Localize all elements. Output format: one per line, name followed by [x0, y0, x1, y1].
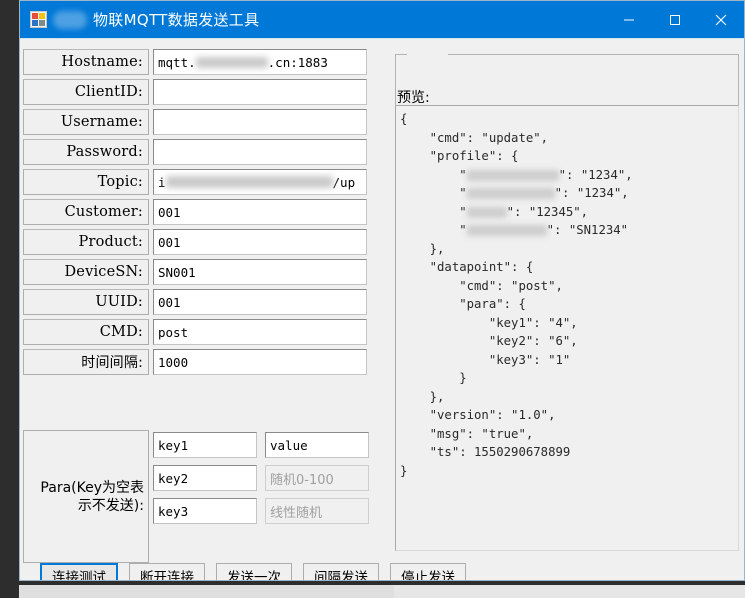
preview-json-line: "key3": "1": [400, 352, 571, 367]
label-clientid: ClientID:: [23, 79, 149, 105]
input-password[interactable]: [153, 139, 367, 165]
preview-json-line: }: [400, 463, 408, 478]
preview-redacted-key: [466, 188, 555, 199]
preview-json-line: {: [400, 112, 408, 126]
preview-json-line: "cmd": "post",: [400, 278, 563, 293]
preview-json-line: "msg": "true",: [400, 426, 534, 441]
input-product[interactable]: 001: [153, 229, 367, 255]
preview-redacted-key: [466, 225, 547, 236]
maximize-button[interactable]: [652, 1, 698, 38]
label-para: Para(Key为空表示不发送):: [23, 430, 149, 563]
preview-json-line: },: [400, 389, 445, 404]
label-cmd: CMD:: [23, 319, 149, 345]
label-password: Password:: [23, 139, 149, 165]
para-fields-group: key1 value key2 随机0-100 key3 线性随机: [153, 432, 369, 531]
input-cmd[interactable]: post: [153, 319, 367, 345]
preview-json-line: " ": "1234",: [400, 167, 633, 182]
window-controls: [606, 1, 744, 38]
preview-textarea[interactable]: { "cmd": "update", "profile": { " ": "123…: [395, 105, 739, 551]
form-row-product: Product: 001: [23, 229, 367, 255]
topic-prefix-text: i: [158, 174, 166, 190]
preview-json-line: },: [400, 241, 445, 256]
taskbar-segment-right: [394, 585, 745, 598]
preview-json-content: { "cmd": "update", "profile": { " ": "123…: [400, 110, 738, 480]
preview-json-line: }: [400, 371, 467, 385]
minimize-button[interactable]: [606, 1, 652, 38]
input-para-value-2[interactable]: 随机0-100: [265, 465, 369, 491]
input-para-value-1[interactable]: value: [265, 432, 369, 458]
form-row-password: Password:: [23, 139, 367, 165]
form-row-uuid: UUID: 001: [23, 289, 367, 315]
label-devicesn: DeviceSN:: [23, 259, 149, 285]
form-row-username: Username:: [23, 109, 367, 135]
input-para-key-2[interactable]: key2: [153, 465, 257, 491]
label-customer: Customer:: [23, 199, 149, 225]
stop-send-button[interactable]: 停止发送: [390, 563, 466, 580]
input-topic[interactable]: i/up: [153, 169, 367, 195]
para-row: key3 线性随机: [153, 498, 369, 524]
para-row: key2 随机0-100: [153, 465, 369, 491]
label-uuid: UUID:: [23, 289, 149, 315]
hostname-redacted-segment: [195, 56, 268, 68]
preview-json-line: "key1": "4",: [400, 315, 578, 330]
send-interval-button[interactable]: 间隔发送: [303, 563, 379, 580]
preview-redacted-key: [466, 169, 559, 181]
preview-json-line: "cmd": "update",: [400, 130, 549, 145]
form-row-customer: Customer: 001: [23, 199, 367, 225]
topic-suffix-text: /up: [332, 174, 356, 190]
input-clientid[interactable]: [153, 79, 367, 105]
close-button[interactable]: [698, 1, 744, 38]
redacted-title-blob-icon: [53, 10, 87, 29]
window-title: 物联MQTT数据发送工具: [93, 11, 260, 29]
input-para-key-1[interactable]: key1: [153, 432, 257, 458]
form-row-interval: 时间间隔: 1000: [23, 349, 367, 375]
connect-test-button[interactable]: 连接测试: [40, 563, 118, 580]
preview-json-line: "profile": {: [400, 149, 519, 163]
preview-json-line: "para": {: [400, 297, 526, 311]
label-topic: Topic:: [23, 169, 149, 195]
taskbar-segment-left: [19, 585, 394, 598]
app-logo-icon: [30, 11, 47, 28]
input-para-value-3[interactable]: 线性随机: [265, 498, 369, 524]
preview-json-line: " ": "12345",: [400, 204, 589, 219]
preview-group-border-left: [395, 54, 407, 55]
form-row-topic: Topic: i/up: [23, 169, 367, 195]
hostname-prefix-text: mqtt.: [158, 54, 196, 70]
disconnect-button[interactable]: 断开连接: [129, 563, 205, 580]
form-row-devicesn: DeviceSN: SN001: [23, 259, 367, 285]
label-hostname: Hostname:: [23, 49, 149, 75]
action-button-bar: 连接测试 断开连接 发送一次 间隔发送 停止发送: [40, 563, 477, 580]
input-uuid[interactable]: 001: [153, 289, 367, 315]
para-row: key1 value: [153, 432, 369, 458]
preview-json-line: "key2": "6",: [400, 334, 578, 348]
hostname-suffix-text: .cn:1883: [267, 54, 328, 70]
preview-json-line: "datapoint": {: [400, 260, 534, 274]
form-row-hostname: Hostname: mqtt. .cn:1883: [23, 49, 367, 75]
preview-json-line: " ": "SN1234": [400, 223, 629, 237]
input-devicesn[interactable]: SN001: [153, 259, 367, 285]
application-window: 物联MQTT数据发送工具 Hostname: mqtt. .cn:1883 Cl…: [19, 0, 745, 581]
label-product: Product:: [23, 229, 149, 255]
input-customer[interactable]: 001: [153, 199, 367, 225]
preview-json-line: " ": "1234",: [400, 186, 629, 200]
preview-redacted-key: [466, 206, 507, 218]
form-row-cmd: CMD: post: [23, 319, 367, 345]
topic-redacted-segment: [165, 176, 333, 188]
input-interval[interactable]: 1000: [153, 349, 367, 375]
preview-group-border-right: [448, 54, 739, 55]
send-once-button[interactable]: 发送一次: [216, 563, 292, 580]
form-row-clientid: ClientID:: [23, 79, 367, 105]
label-username: Username:: [23, 109, 149, 135]
label-interval: 时间间隔:: [23, 349, 149, 375]
input-para-key-3[interactable]: key3: [153, 498, 257, 524]
screen: 物联MQTT数据发送工具 Hostname: mqtt. .cn:1883 Cl…: [0, 0, 745, 598]
title-bar: 物联MQTT数据发送工具: [20, 1, 744, 38]
input-username[interactable]: [153, 109, 367, 135]
desktop-background-left: [0, 0, 19, 598]
preview-title: 预览:: [397, 90, 430, 106]
client-area: Hostname: mqtt. .cn:1883 ClientID: Userna…: [20, 38, 744, 580]
input-hostname[interactable]: mqtt. .cn:1883: [153, 49, 367, 75]
preview-json-line: "version": "1.0",: [400, 408, 556, 422]
preview-json-line: "ts": 1550290678899: [400, 445, 571, 459]
